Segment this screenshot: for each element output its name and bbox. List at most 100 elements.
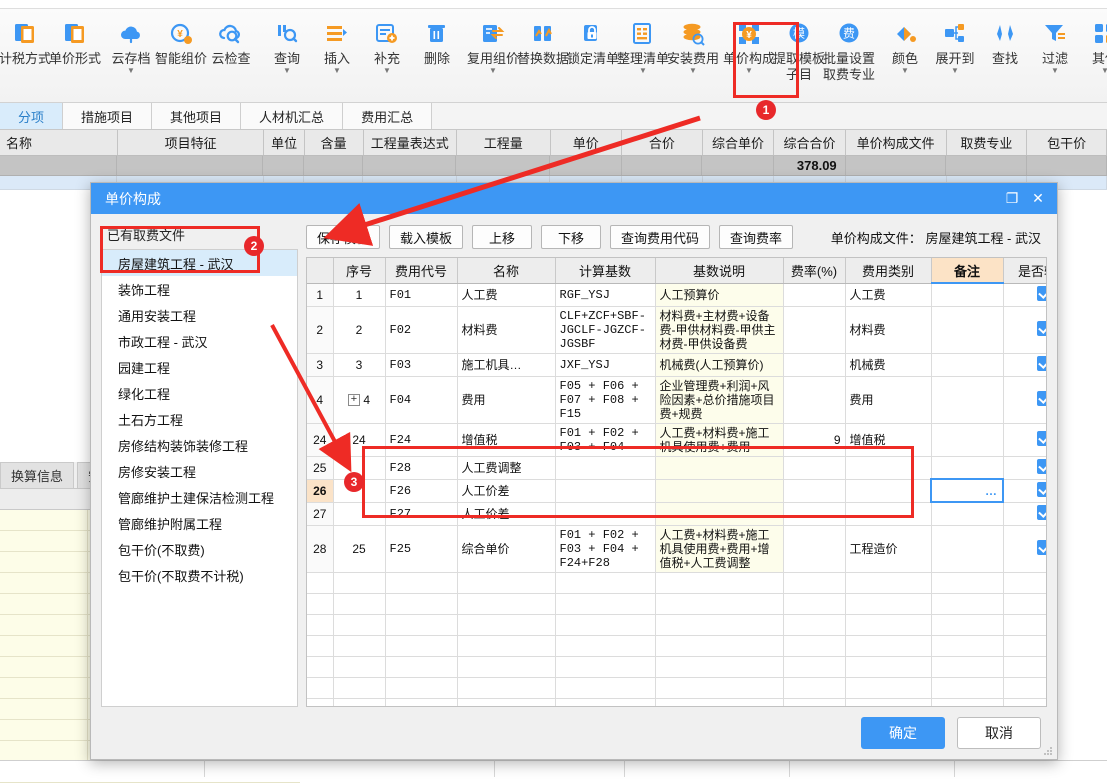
table-row-empty[interactable] xyxy=(307,593,1046,615)
row-seq-cell[interactable]: + 4 xyxy=(333,376,386,424)
background-column-header[interactable]: 工程量 xyxy=(457,130,551,155)
checkbox-checked-icon[interactable] xyxy=(1036,481,1046,497)
table-row[interactable]: 1 1 F01 人工费 RGF_YSJ 人工预算价 人工费 xyxy=(307,283,1046,307)
empty-cell[interactable] xyxy=(845,614,932,636)
fee-file-item-4[interactable]: 市政工程 - 武汉 xyxy=(102,328,297,354)
row-type-cell[interactable]: 费用 xyxy=(845,376,932,424)
empty-cell[interactable] xyxy=(333,656,386,678)
empty-cell[interactable] xyxy=(783,677,846,699)
empty-cell[interactable] xyxy=(333,698,386,706)
table-row-empty[interactable] xyxy=(307,656,1046,678)
row-desc-cell[interactable] xyxy=(655,502,784,526)
row-rate-cell[interactable] xyxy=(783,456,846,480)
table-row[interactable]: 28 25 F25 综合单价 F01 + F02 + F03 + F04 + F24+F… xyxy=(307,525,1046,573)
empty-cell[interactable] xyxy=(655,656,784,678)
empty-cell[interactable] xyxy=(931,698,1004,706)
empty-cell[interactable] xyxy=(555,656,656,678)
row-remark-cell[interactable] xyxy=(931,353,1004,377)
row-seq-cell[interactable]: 2 xyxy=(333,306,386,354)
background-column-header[interactable]: 含量 xyxy=(305,130,364,155)
chevron-down-icon[interactable]: ▼ xyxy=(383,67,391,75)
background-tab-4[interactable]: 人材机汇总 xyxy=(241,103,344,129)
row-type-cell[interactable]: 机械费 xyxy=(845,353,932,377)
table-column-header-9[interactable]: 备注 xyxy=(931,258,1004,284)
empty-cell[interactable] xyxy=(845,677,932,699)
query-fee-code-button[interactable]: 查询费用代码 xyxy=(610,225,711,249)
row-name-cell[interactable]: 材料费 xyxy=(457,306,556,354)
empty-cell[interactable] xyxy=(457,677,556,699)
row-base-cell[interactable] xyxy=(555,456,656,480)
row-output-checkbox[interactable] xyxy=(1003,456,1046,480)
row-desc-cell[interactable]: 人工费+材料费+施工机具使用费+费用 xyxy=(655,423,784,457)
row-code-cell[interactable]: F03 xyxy=(385,353,458,377)
chevron-down-icon[interactable]: ▼ xyxy=(1101,67,1107,75)
row-base-cell[interactable]: F01 + F02 + F03 + F04 + F24+F28 xyxy=(555,525,656,573)
empty-cell[interactable] xyxy=(655,572,784,594)
empty-cell[interactable] xyxy=(333,635,386,657)
empty-cell[interactable] xyxy=(555,572,656,594)
remark-ellipsis-button[interactable]: … xyxy=(985,484,998,498)
checkbox-checked-icon[interactable] xyxy=(1036,320,1046,336)
row-desc-cell[interactable]: 企业管理费+利润+风险因素+总价措施项目费+规费 xyxy=(655,376,784,424)
row-seq-cell[interactable]: 3 xyxy=(333,353,386,377)
background-column-header[interactable]: 单价 xyxy=(551,130,623,155)
ribbon-item-18[interactable]: 颜色 ▼ xyxy=(880,15,930,75)
ok-button[interactable]: 确定 xyxy=(861,717,945,749)
empty-cell[interactable] xyxy=(655,677,784,699)
empty-cell[interactable] xyxy=(783,572,846,594)
table-column-header-10[interactable]: 是否输出 xyxy=(1003,258,1046,284)
empty-cell[interactable] xyxy=(783,614,846,636)
background-tab-1[interactable]: 分项 xyxy=(0,103,64,129)
table-row[interactable]: 2 2 F02 材料费 CLF+ZCF+SBF-JGCLF-JGZCF-JGSBF 材料费… xyxy=(307,306,1046,354)
empty-cell[interactable] xyxy=(457,656,556,678)
row-rate-cell[interactable]: 9 xyxy=(783,423,846,457)
fee-file-item-5[interactable]: 园建工程 xyxy=(102,354,297,380)
table-row[interactable]: 3 3 F03 施工机具… JXF_YSJ 机械费(人工预算价) 机械费 xyxy=(307,353,1046,377)
fee-file-item-13[interactable]: 包干价(不取费不计税) xyxy=(102,562,297,588)
background-column-header[interactable]: 包干价 xyxy=(1027,130,1107,155)
checkbox-checked-icon[interactable] xyxy=(1036,458,1046,474)
table-column-header-3[interactable]: 费用代号 xyxy=(385,258,458,284)
row-type-cell[interactable] xyxy=(845,479,932,503)
empty-cell[interactable] xyxy=(845,656,932,678)
lower-panel-tab-1[interactable]: 换算信息 xyxy=(0,462,75,488)
row-rate-cell[interactable] xyxy=(783,525,846,573)
table-column-header-8[interactable]: 费用类别 xyxy=(845,258,932,284)
ribbon-item-17[interactable]: 费批量设置取费专业 xyxy=(823,15,875,83)
row-code-cell[interactable]: F24 xyxy=(385,423,458,457)
row-base-cell[interactable] xyxy=(555,502,656,526)
row-base-cell[interactable]: JXF_YSJ xyxy=(555,353,656,377)
empty-cell[interactable] xyxy=(307,677,334,699)
cancel-button[interactable]: 取消 xyxy=(957,717,1041,749)
ribbon-item-3[interactable]: 云存档 ▼ xyxy=(106,15,156,75)
background-tab-3[interactable]: 其他项目 xyxy=(152,103,242,129)
ribbon-item-4[interactable]: ¥ 智能组价 xyxy=(155,15,207,66)
row-desc-cell[interactable]: 材料费+主材费+设备费-甲供材料费-甲供主材费-甲供设备费 xyxy=(655,306,784,354)
row-remark-cell[interactable] xyxy=(931,283,1004,307)
fee-file-item-2[interactable]: 装饰工程 xyxy=(102,276,297,302)
table-row[interactable]: 4 + 4 F04 费用 F05 + F06 + F07 + F08 + F15 企业管理… xyxy=(307,376,1046,424)
table-row[interactable]: 24 24 F24 增值税 F01 + F02 + F03 + F04 人工费+材料费+施… xyxy=(307,423,1046,457)
empty-cell[interactable] xyxy=(385,635,458,657)
row-remark-cell[interactable] xyxy=(931,502,1004,526)
row-code-cell[interactable]: F26 xyxy=(385,479,458,503)
chevron-down-icon[interactable]: ▼ xyxy=(333,67,341,75)
ribbon-item-9[interactable]: 删除 xyxy=(412,15,462,66)
row-name-cell[interactable]: 增值税 xyxy=(457,423,556,457)
empty-cell[interactable] xyxy=(845,572,932,594)
empty-cell[interactable] xyxy=(333,593,386,615)
chevron-down-icon[interactable]: ▼ xyxy=(1051,67,1059,75)
row-remark-cell[interactable] xyxy=(931,456,1004,480)
row-desc-cell[interactable]: 人工费+材料费+施工机具使用费+费用+增值税+人工费调整 xyxy=(655,525,784,573)
resize-grip-icon[interactable] xyxy=(1043,746,1053,756)
table-column-header-7[interactable]: 费率(%) xyxy=(783,258,846,284)
empty-cell[interactable] xyxy=(555,698,656,706)
empty-cell[interactable] xyxy=(385,593,458,615)
ribbon-item-8[interactable]: 补充 ▼ xyxy=(362,15,412,75)
chevron-down-icon[interactable]: ▼ xyxy=(283,67,291,75)
chevron-down-icon[interactable]: ▼ xyxy=(901,67,909,75)
fee-file-item-1[interactable]: 房屋建筑工程 - 武汉 xyxy=(102,250,297,276)
ribbon-item-10[interactable]: 复用组价 ▼ xyxy=(467,15,519,75)
empty-cell[interactable] xyxy=(655,698,784,706)
table-row-empty[interactable] xyxy=(307,572,1046,594)
